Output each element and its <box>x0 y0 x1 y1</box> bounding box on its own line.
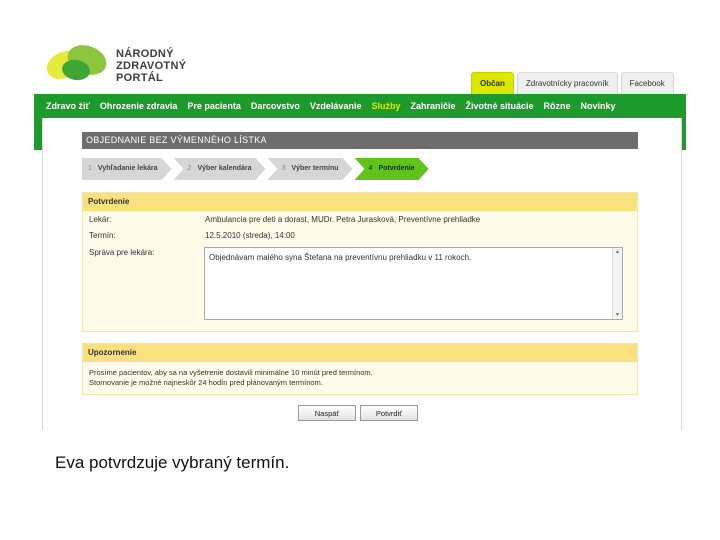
nav-item-ohrozenie-zdravia[interactable]: Ohrozenie zdravia <box>100 101 178 111</box>
step-number: 2 <box>187 165 192 172</box>
step-vyber-terminu[interactable]: 3 Výber termínu <box>268 158 353 180</box>
confirmation-panel: Potvrdenie Lekár: Ambulancia pre deti a … <box>82 192 638 332</box>
step-potvrdenie[interactable]: 4 Potvrdenie <box>355 158 429 180</box>
step-label: Výber termínu <box>291 165 339 172</box>
page-title: OBJEDNANIE BEZ VÝMENNÉHO LÍSTKA <box>82 132 638 149</box>
nav-item-rozne[interactable]: Rôzne <box>544 101 571 111</box>
nav-item-pre-pacienta[interactable]: Pre pacienta <box>187 101 241 111</box>
main-navigation: Zdravo žiť Ohrozenie zdravia Pre pacient… <box>34 94 686 118</box>
nav-item-zivotne-situacie[interactable]: Životné situácie <box>466 101 534 111</box>
confirmation-heading: Potvrdenie <box>83 193 637 211</box>
logo-line-3: PORTÁL <box>116 72 164 84</box>
scroll-up-icon[interactable]: ▲ <box>615 249 620 255</box>
back-button[interactable]: Naspäť <box>298 405 356 421</box>
message-scrollbar[interactable]: ▲ ▼ <box>612 248 622 319</box>
doctor-value: Ambulancia pre deti a dorast, MUDr. Petr… <box>205 215 481 224</box>
audience-tabs: Občan Zdravotnícky pracovník Facebook <box>468 72 674 95</box>
confirm-button[interactable]: Potvrdiť <box>360 405 418 421</box>
nav-item-darcovstvo[interactable]: Darcovstvo <box>251 101 300 111</box>
step-number: 4 <box>368 165 373 172</box>
nav-item-zdravo-zit[interactable]: Zdravo žiť <box>46 101 90 111</box>
warning-panel: Upozornenie Prosíme pacientov, aby sa na… <box>82 343 638 395</box>
nav-item-sluzby[interactable]: Služby <box>371 101 400 111</box>
logo-line-2: ZDRAVOTNÝ <box>116 60 187 72</box>
warning-line-1: Prosíme pacientov, aby sa na vyšetrenie … <box>89 368 373 377</box>
portal-logo-text[interactable]: NÁRODNÝ ZDRAVOTNÝ PORTÁL <box>116 48 186 84</box>
tab-obcan[interactable]: Občan <box>471 72 514 95</box>
tab-zdravotnicky-pracovnik[interactable]: Zdravotnícky pracovník <box>516 72 618 95</box>
term-label: Termín: <box>89 231 116 240</box>
step-label: Vyhľadanie lekára <box>97 165 158 172</box>
slide-caption: Eva potvrdzuje vybraný termín. <box>55 453 290 472</box>
nav-item-zahranicie[interactable]: Zahraničie <box>410 101 455 111</box>
tab-facebook[interactable]: Facebook <box>620 72 674 95</box>
warning-heading: Upozornenie <box>83 344 637 362</box>
step-label: Potvrdenie <box>378 165 415 172</box>
green-frame-left <box>34 118 42 150</box>
step-vyber-kalendara[interactable]: 2 Výber kalendára <box>174 158 266 180</box>
nav-item-vzdelavanie[interactable]: Vzdelávanie <box>310 101 362 111</box>
step-label: Výber kalendára <box>197 165 252 172</box>
term-value: 12.5.2010 (streda), 14:00 <box>205 231 295 240</box>
step-number: 1 <box>88 165 92 172</box>
wizard-steps: 1 Vyhľadanie lekára 2 Výber kalendára 3 Výb… <box>82 158 431 180</box>
logo-line-1: NÁRODNÝ <box>116 48 174 60</box>
doctor-label: Lekár: <box>89 215 112 224</box>
warning-line-2: Stornovanie je možné najneskôr 24 hodín … <box>89 378 323 387</box>
nav-item-novinky[interactable]: Novinky <box>581 101 616 111</box>
scroll-down-icon[interactable]: ▼ <box>615 312 620 318</box>
step-number: 3 <box>281 165 286 172</box>
step-vyhladanie-lekara[interactable]: 1 Vyhľadanie lekára <box>82 158 172 180</box>
message-textarea[interactable]: Objednávam malého syna Štefana na preven… <box>204 247 623 320</box>
message-text: Objednávam malého syna Štefana na preven… <box>209 253 472 262</box>
message-label: Správa pre lekára: <box>89 248 155 257</box>
